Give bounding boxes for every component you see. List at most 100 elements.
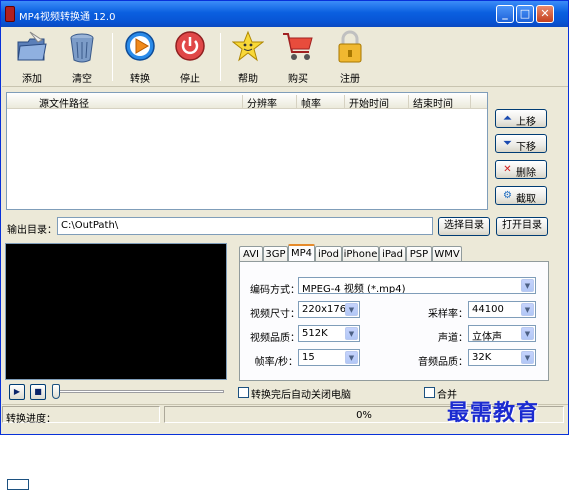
- play-circle-icon: [125, 31, 155, 61]
- help-button[interactable]: 帮助: [226, 30, 270, 86]
- clip-label: 截取: [516, 194, 536, 205]
- audio-quality-label: 音频品质：: [418, 357, 468, 368]
- channel-value: 立体声: [472, 332, 502, 342]
- video-size-select[interactable]: 220x176 ▼: [298, 301, 360, 318]
- close-button[interactable]: ✕: [536, 5, 554, 23]
- delete-button[interactable]: ✕ 删除: [495, 160, 547, 179]
- output-dir-input[interactable]: C:\OutPath\: [57, 217, 433, 235]
- file-list-header: 源文件路径 分辨率 帧率 开始时间 结束时间: [7, 93, 487, 490]
- column-header-end-time[interactable]: 结束时间: [409, 95, 471, 110]
- app-icon: [5, 6, 15, 22]
- add-button[interactable]: 添加: [10, 30, 54, 86]
- fps-label: 帧率/秒：: [254, 357, 298, 368]
- merge-checkbox[interactable]: [424, 387, 435, 398]
- clear-button[interactable]: 清空: [60, 30, 104, 86]
- seek-slider-track[interactable]: [56, 390, 224, 393]
- codec-value: MPEG-4 视频 (*.mp4): [302, 284, 406, 294]
- tab-wmv[interactable]: WMV: [432, 246, 462, 262]
- column-header-source-path[interactable]: 源文件路径: [29, 95, 243, 110]
- file-list[interactable]: 源文件路径 分辨率 帧率 开始时间 结束时间: [6, 92, 488, 490]
- move-down-label: 下移: [516, 142, 536, 153]
- convert-button[interactable]: 转换: [118, 30, 162, 86]
- register-label: 注册: [340, 74, 360, 85]
- star-help-icon: [232, 30, 264, 62]
- column-header-start-time[interactable]: 开始时间: [345, 95, 409, 110]
- gear-icon: ⚙: [503, 190, 512, 201]
- video-size-value: 220x176: [302, 304, 347, 315]
- column-header-resolution[interactable]: 分辨率: [243, 95, 297, 110]
- window-title: MP4视频转换通 12.0: [19, 12, 116, 23]
- tab-ipod[interactable]: iPod: [315, 246, 342, 262]
- buy-label: 购买: [288, 74, 308, 85]
- open-dir-button[interactable]: 打开目录: [496, 217, 548, 236]
- video-quality-select[interactable]: 512K ▼: [298, 325, 360, 342]
- sample-rate-value: 44100: [472, 304, 504, 315]
- seek-slider-thumb[interactable]: [52, 384, 60, 399]
- chevron-down-icon[interactable]: ▼: [345, 327, 358, 340]
- fps-select[interactable]: 15 ▼: [298, 349, 360, 366]
- shutdown-label: 转换完后自动关闭电脑: [251, 390, 351, 401]
- help-label: 帮助: [238, 74, 258, 85]
- progress-label: 转换进度：: [6, 414, 56, 425]
- folder-add-icon: [17, 31, 47, 61]
- choose-dir-button[interactable]: 选择目录: [438, 217, 490, 236]
- title-bar[interactable]: MP4视频转换通 12.0 _ □ ✕: [1, 1, 568, 27]
- channel-select[interactable]: 立体声 ▼: [468, 325, 536, 342]
- watermark-text: 最需教育: [447, 400, 540, 426]
- toolbar-separator: [220, 33, 221, 81]
- power-stop-icon: [175, 31, 205, 61]
- minimize-button[interactable]: _: [496, 5, 514, 23]
- delete-label: 删除: [516, 168, 536, 179]
- trash-can-icon: [70, 33, 94, 63]
- audio-quality-select[interactable]: 32K ▼: [468, 349, 536, 366]
- chevron-down-icon[interactable]: ▼: [521, 351, 534, 364]
- stop-label: 停止: [180, 74, 200, 85]
- stop-button[interactable]: 停止: [168, 30, 212, 86]
- toolbar-separator: [112, 33, 113, 81]
- move-up-label: 上移: [516, 117, 536, 128]
- double-chevron-up-icon: ⏶: [503, 113, 512, 124]
- fps-value: 15: [302, 352, 315, 363]
- video-size-label: 视频尺寸：: [250, 309, 300, 320]
- tab-psp[interactable]: PSP: [406, 246, 432, 262]
- chevron-down-icon[interactable]: ▼: [345, 351, 358, 364]
- tab-avi[interactable]: AVI: [239, 246, 263, 262]
- codec-select[interactable]: MPEG-4 视频 (*.mp4) ▼: [298, 277, 536, 294]
- buy-button[interactable]: 购买: [276, 30, 320, 86]
- tab-iphone[interactable]: iPhone: [342, 246, 379, 262]
- video-quality-value: 512K: [302, 328, 328, 339]
- chevron-down-icon[interactable]: ▼: [345, 303, 358, 316]
- shutdown-checkbox[interactable]: [238, 387, 249, 398]
- audio-quality-value: 32K: [472, 352, 492, 363]
- column-header-check[interactable]: [7, 479, 29, 490]
- maximize-button[interactable]: □: [516, 5, 534, 23]
- output-dir-label: 输出目录：: [7, 225, 57, 236]
- chevron-down-icon[interactable]: ▼: [521, 303, 534, 316]
- red-x-icon: ✕: [503, 164, 512, 175]
- column-header-frame-rate[interactable]: 帧率: [297, 95, 345, 110]
- convert-label: 转换: [130, 74, 150, 85]
- clip-button[interactable]: ⚙ 截取: [495, 186, 547, 205]
- tab-3gp[interactable]: 3GP: [263, 246, 288, 262]
- register-button[interactable]: 注册: [328, 30, 372, 86]
- codec-label: 编码方式：: [250, 285, 300, 296]
- move-down-button[interactable]: ⏷ 下移: [495, 134, 547, 153]
- shopping-cart-icon: [283, 33, 313, 60]
- padlock-icon: [338, 30, 362, 63]
- double-chevron-down-icon: ⏷: [503, 138, 512, 149]
- chevron-down-icon[interactable]: ▼: [521, 327, 534, 340]
- chevron-down-icon[interactable]: ▼: [521, 279, 534, 292]
- tab-ipad[interactable]: iPad: [379, 246, 406, 262]
- video-quality-label: 视频品质：: [250, 333, 300, 344]
- clear-label: 清空: [72, 74, 92, 85]
- app-window: MP4视频转换通 12.0 _ □ ✕ 添加 清空 转换 停止 帮助 购买 注册…: [0, 0, 569, 490]
- sample-rate-select[interactable]: 44100 ▼: [468, 301, 536, 318]
- channel-label: 声道：: [438, 333, 468, 344]
- sample-rate-label: 采样率：: [428, 309, 468, 320]
- stop-playback-button[interactable]: ■: [30, 384, 46, 400]
- mp4-settings-panel: 编码方式： MPEG-4 视频 (*.mp4) ▼ 视频尺寸： 220x176 …: [239, 261, 549, 381]
- play-button[interactable]: ▶: [9, 384, 25, 400]
- move-up-button[interactable]: ⏶ 上移: [495, 109, 547, 128]
- video-preview: [5, 243, 227, 380]
- toolbar: 添加 清空 转换 停止 帮助 购买 注册: [2, 27, 568, 87]
